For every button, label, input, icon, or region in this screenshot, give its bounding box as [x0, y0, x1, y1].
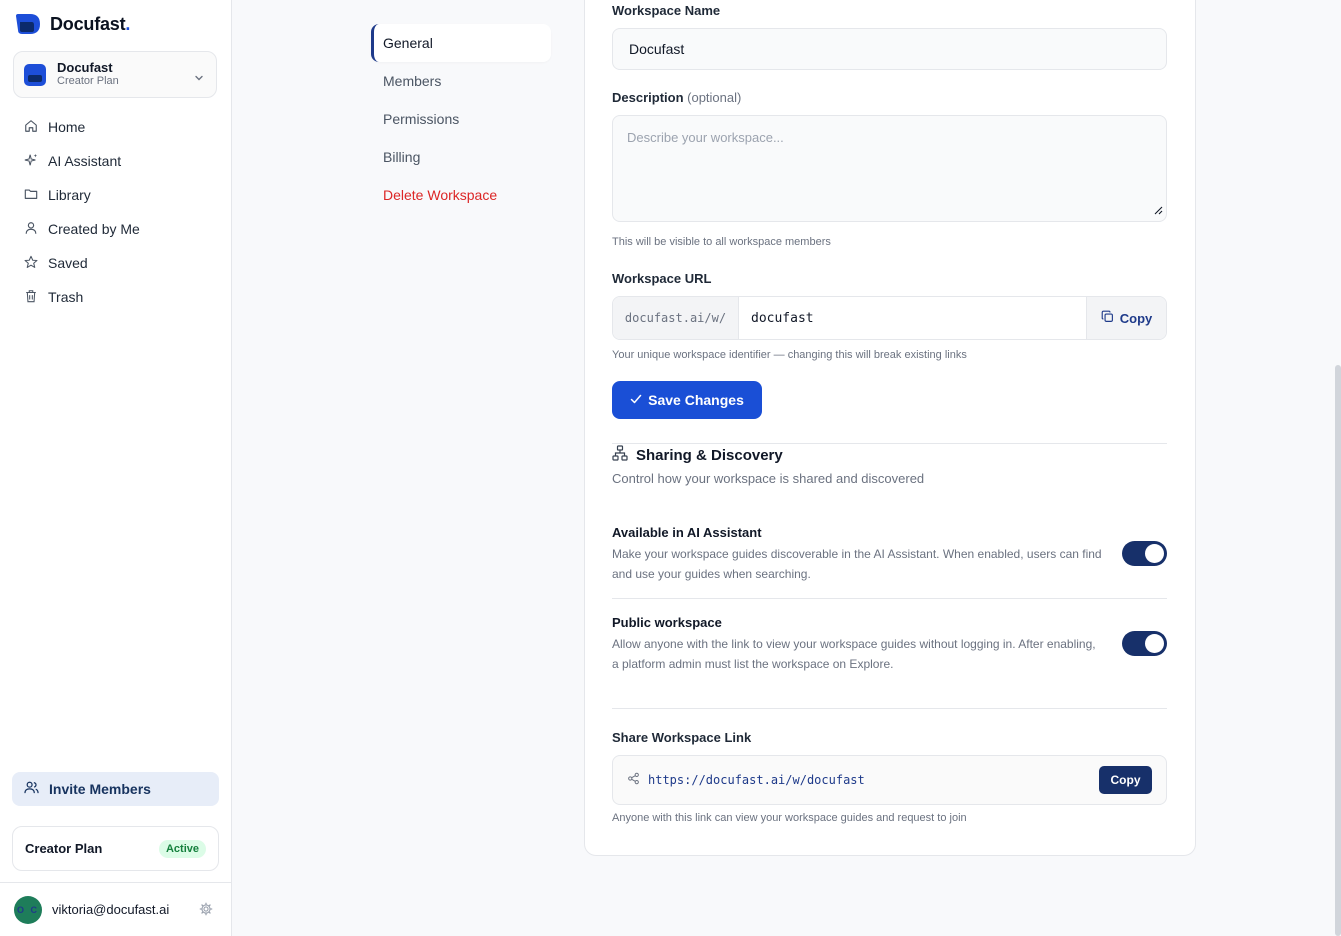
- share-link-help: Anyone with this link can view your work…: [612, 812, 967, 824]
- description-help: This will be visible to all workspace me…: [612, 236, 831, 248]
- workspace-url-field: docufast.ai/w/ docufast Copy: [612, 296, 1167, 340]
- save-changes-button[interactable]: Save Changes: [612, 381, 762, 419]
- network-icon: [612, 445, 628, 465]
- nav-item-ai-assistant[interactable]: AI Assistant: [12, 144, 218, 178]
- avatar: O C: [14, 895, 42, 924]
- url-prefix: docufast.ai/w/: [613, 297, 739, 339]
- user-icon: [24, 221, 38, 238]
- nav-item-label: Home: [48, 119, 86, 135]
- optional-text: (optional): [687, 90, 742, 105]
- divider: [612, 598, 1167, 599]
- ai-assistant-toggle[interactable]: [1122, 541, 1167, 566]
- nav-item-label: Trash: [48, 289, 84, 305]
- sparkles-icon: [24, 153, 38, 170]
- share-icon: [627, 772, 640, 788]
- nav-item-created-by-me[interactable]: Created by Me: [12, 212, 218, 246]
- nav-item-home[interactable]: Home: [12, 110, 218, 144]
- workspace-avatar: [24, 63, 46, 86]
- sharing-section-title: Sharing & Discovery: [612, 445, 783, 465]
- trash-icon: [24, 289, 38, 306]
- workspace-name-field[interactable]: Docufast: [612, 28, 1167, 70]
- gear-icon[interactable]: [199, 902, 213, 919]
- scrollbar[interactable]: [1335, 365, 1341, 936]
- sharing-title-text: Sharing & Discovery: [636, 446, 783, 464]
- status-badge: Active: [158, 839, 206, 858]
- nav-item-library[interactable]: Library: [12, 178, 218, 212]
- star-icon: [24, 255, 38, 272]
- workspace-url-label: Workspace URL: [612, 271, 712, 286]
- sidebar: Docufast. Docufast Creator Plan Home AI …: [0, 0, 232, 936]
- tab-general[interactable]: General: [371, 24, 551, 62]
- copy-icon: [1101, 310, 1114, 326]
- folder-icon: [24, 187, 38, 204]
- home-icon: [24, 119, 38, 136]
- check-icon: [630, 392, 642, 408]
- share-link-label: Share Workspace Link: [612, 730, 752, 745]
- public-workspace-setting-description: Allow anyone with the link to view your …: [612, 637, 1096, 671]
- docufast-logo-icon: [14, 12, 42, 36]
- nav-item-label: Saved: [48, 255, 88, 271]
- share-link-field: https://docufast.ai/w/docufast Copy: [612, 755, 1167, 805]
- plan-card[interactable]: Creator Plan Active: [12, 826, 219, 871]
- user-profile[interactable]: O C viktoria@docufast.ai: [0, 882, 231, 936]
- ai-assistant-setting-description: Make your workspace guides discoverable …: [612, 547, 1102, 581]
- tab-billing[interactable]: Billing: [371, 138, 551, 176]
- copy-label: Copy: [1119, 310, 1153, 326]
- tab-permissions[interactable]: Permissions: [371, 100, 551, 138]
- brand-name: Docufast: [50, 13, 126, 34]
- nav-item-label: Created by Me: [48, 221, 140, 237]
- users-icon: [24, 780, 39, 798]
- description-label: Description (optional): [612, 90, 741, 105]
- plan-title: Creator Plan: [25, 841, 103, 856]
- copy-share-link-button[interactable]: Copy: [1099, 766, 1152, 794]
- invite-label: Invite Members: [49, 781, 151, 797]
- public-workspace-toggle[interactable]: [1122, 631, 1167, 656]
- description-placeholder: Describe your workspace...: [627, 130, 784, 145]
- share-link-text[interactable]: https://docufast.ai/w/docufast: [648, 773, 1091, 787]
- brand-dot: .: [125, 13, 131, 34]
- tab-members[interactable]: Members: [371, 62, 551, 100]
- workspace-switcher[interactable]: Docufast Creator Plan: [13, 51, 217, 98]
- toggle-knob: [1145, 544, 1164, 563]
- workspace-name: Docufast: [57, 60, 113, 75]
- nav-item-saved[interactable]: Saved: [12, 246, 218, 280]
- main-nav: Home AI Assistant Library Created by Me …: [12, 110, 218, 314]
- url-help: Your unique workspace identifier — chang…: [612, 349, 967, 361]
- description-label-text: Description: [612, 90, 684, 105]
- invite-members-button[interactable]: Invite Members: [12, 772, 219, 806]
- ai-assistant-setting-title: Available in AI Assistant: [612, 525, 762, 540]
- divider: [612, 443, 1167, 444]
- toggle-knob: [1145, 634, 1164, 653]
- nav-item-trash[interactable]: Trash: [12, 280, 218, 314]
- divider: [612, 708, 1167, 709]
- workspace-name-label: Workspace Name: [612, 3, 721, 18]
- brand[interactable]: Docufast.: [14, 12, 130, 36]
- nav-item-label: AI Assistant: [48, 153, 122, 169]
- description-field[interactable]: Describe your workspace...: [612, 115, 1167, 222]
- public-workspace-setting-title: Public workspace: [612, 615, 722, 630]
- user-email: viktoria@docufast.ai: [52, 902, 170, 917]
- chevron-down-icon: [194, 70, 204, 86]
- save-label: Save Changes: [648, 392, 744, 408]
- resize-handle-icon[interactable]: [1153, 203, 1163, 218]
- nav-item-label: Library: [48, 187, 91, 203]
- copy-url-button[interactable]: Copy: [1086, 297, 1166, 339]
- settings-nav: General Members Permissions Billing Dele…: [371, 24, 551, 214]
- url-slug-input[interactable]: docufast: [739, 297, 1086, 339]
- workspace-plan: Creator Plan: [57, 75, 119, 87]
- sharing-subtitle: Control how your workspace is shared and…: [612, 471, 925, 486]
- tab-delete-workspace[interactable]: Delete Workspace: [371, 176, 551, 214]
